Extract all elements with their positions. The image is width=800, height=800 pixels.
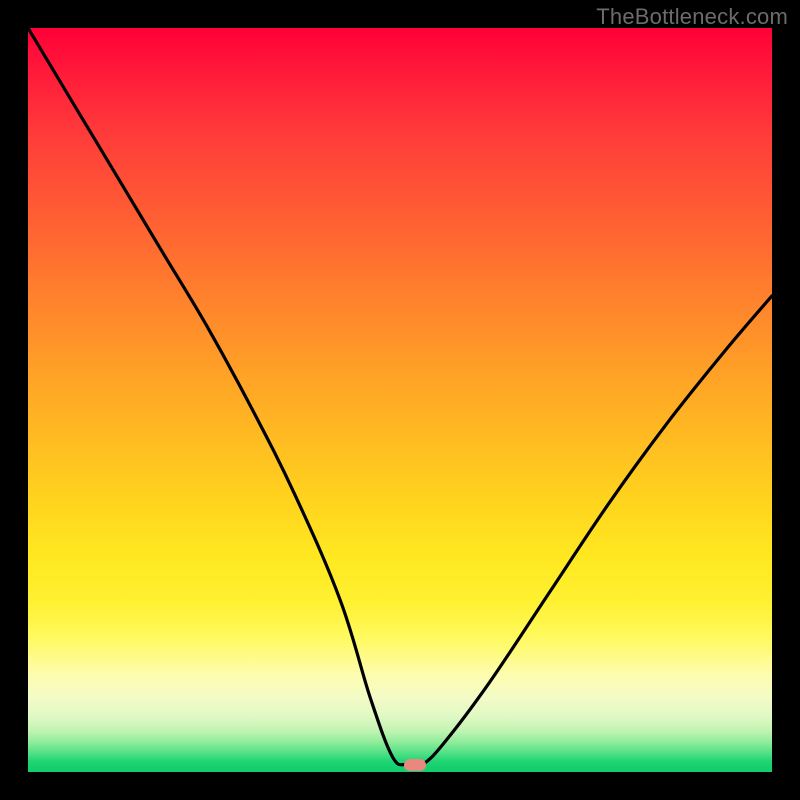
bottleneck-curve	[28, 28, 772, 772]
chart-frame: TheBottleneck.com	[0, 0, 800, 800]
curve-path	[28, 28, 772, 767]
watermark-text: TheBottleneck.com	[596, 4, 788, 30]
plot-area	[28, 28, 772, 772]
optimal-marker	[404, 759, 426, 771]
